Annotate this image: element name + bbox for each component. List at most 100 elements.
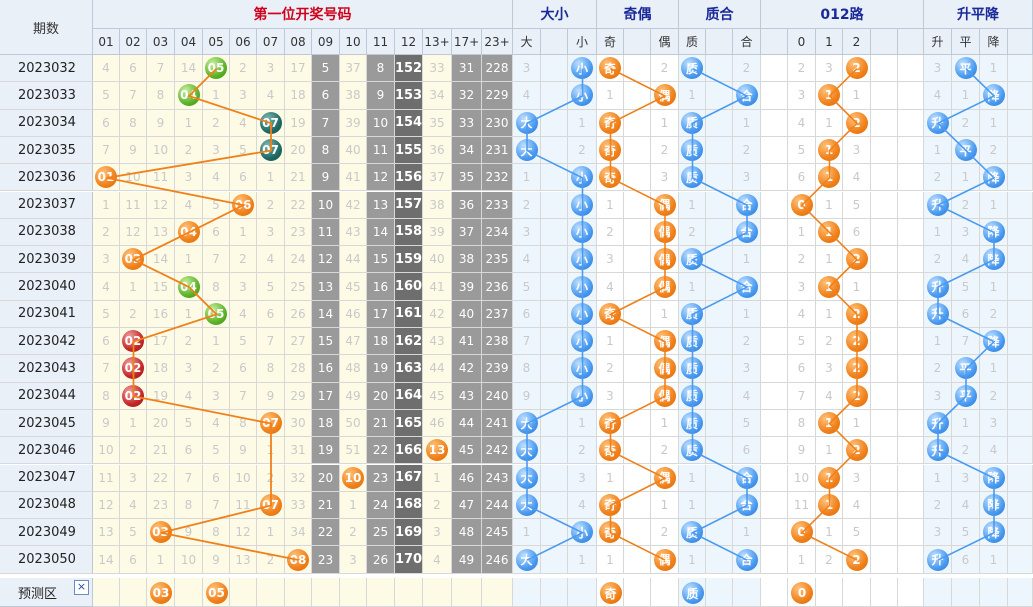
num-cell: 47 [452,491,482,520]
num-cell: 245 [482,519,513,547]
num-cell: 38 [423,191,452,219]
predict-ball[interactable]: 质 [681,582,704,604]
num-cell: 34 [285,519,312,547]
period-2023046: 2023046 [0,437,93,465]
spj-cell: 升 [924,300,952,328]
num-cell: 21 [367,409,395,438]
predict-cell[interactable] [568,578,597,607]
road-blank [871,273,898,301]
num-cell: 6 [203,464,230,492]
road-cell: 2 [843,328,871,356]
predict-cell[interactable] [285,578,312,607]
num-cell: 07 [257,491,285,520]
num-cell: 38 [452,246,482,274]
num-cell: 11 [230,491,257,520]
dx-cell: 小 [568,355,597,383]
predict-ball[interactable]: 0 [791,582,813,604]
predict-label: 预测区 × [0,578,93,607]
zh-cell: 5 [733,409,761,438]
zh-header: 质合 [679,0,761,29]
road-cell: 1 [816,519,843,547]
zh-cell [706,464,733,492]
dx-cell [541,300,568,328]
num-cell: 31 [285,437,312,465]
spj-cell: 平 [952,136,980,165]
num-cell: 14 [93,546,120,574]
jo-cell: 3 [597,382,624,410]
spj-cell: 2 [924,491,952,520]
num-cell: 19 [312,437,340,465]
num-cell: 46 [452,464,482,492]
zh-cell: 质 [679,300,706,328]
predict-cell[interactable] [367,578,395,607]
predict-cell[interactable] [980,578,1008,607]
num-cell: 11 [367,136,395,165]
predict-cell[interactable] [898,578,924,607]
dx-cell: 小 [568,55,597,83]
predict-cell[interactable] [482,578,513,607]
jo-cell [624,464,651,492]
predict-cell[interactable] [651,578,679,607]
zh-cell [706,191,733,219]
close-icon[interactable]: × [74,580,89,595]
dx-ball: 大 [515,139,538,162]
predict-ball[interactable]: 03 [150,582,172,604]
dx-cell [541,437,568,465]
col-01: 01 [93,29,120,55]
road-blank [871,136,898,165]
dx-sub-2: 小 [568,29,597,55]
jo-cell [624,246,651,274]
road-blank [898,491,924,520]
predict-cell[interactable] [230,578,257,607]
road-blank [871,464,898,492]
num-cell: 7 [147,55,175,83]
predict-cell[interactable] [871,578,898,607]
num-cell: 22 [285,191,312,219]
spj-ball: 平 [954,357,977,380]
num-cell: 156 [395,164,423,192]
num-cell: 45 [452,437,482,465]
num-cell: 13 [147,218,175,247]
predict-cell[interactable] [423,578,452,607]
predict-ball[interactable]: 奇 [599,582,622,604]
predict-cell[interactable] [513,578,541,607]
predict-cell[interactable] [395,578,423,607]
predict-cell[interactable] [706,578,733,607]
num-cell: 10 [93,437,120,465]
predict-cell[interactable] [1008,578,1033,607]
jo-sub-2: 偶 [651,29,679,55]
zh-ball: 质 [681,248,703,271]
predict-cell[interactable] [312,578,340,607]
predict-cell[interactable] [624,578,651,607]
predict-cell[interactable] [541,578,568,607]
num-cell: 1 [120,273,147,301]
predict-cell[interactable] [120,578,147,607]
num-cell: 45 [423,382,452,410]
predict-cell[interactable] [93,578,120,607]
predict-cell[interactable] [175,578,203,607]
dx-cell [541,273,568,301]
num-cell: 18 [312,409,340,438]
num-cell: 02 [120,382,147,410]
predict-cell[interactable] [843,578,871,607]
predict-ball[interactable]: 05 [205,582,228,604]
predict-cell[interactable] [452,578,482,607]
dx-cell: 4 [513,246,541,274]
road-cell: 3 [816,355,843,383]
road-blank [871,55,898,83]
predict-cell[interactable] [924,578,952,607]
predict-cell[interactable] [952,578,980,607]
zh-cell: 合 [733,546,761,574]
road-blank [761,109,788,137]
spj-ball: 降 [982,84,1005,107]
road-ball: 1 [818,84,840,107]
predict-cell[interactable] [816,578,843,607]
predict-cell[interactable] [761,578,788,607]
num-cell: 13 [312,273,340,301]
predict-cell[interactable] [733,578,761,607]
road-blank [898,136,924,165]
spj-cell: 3 [952,218,980,247]
num-cell: 9 [147,109,175,137]
predict-cell[interactable] [340,578,367,607]
predict-cell[interactable] [257,578,285,607]
